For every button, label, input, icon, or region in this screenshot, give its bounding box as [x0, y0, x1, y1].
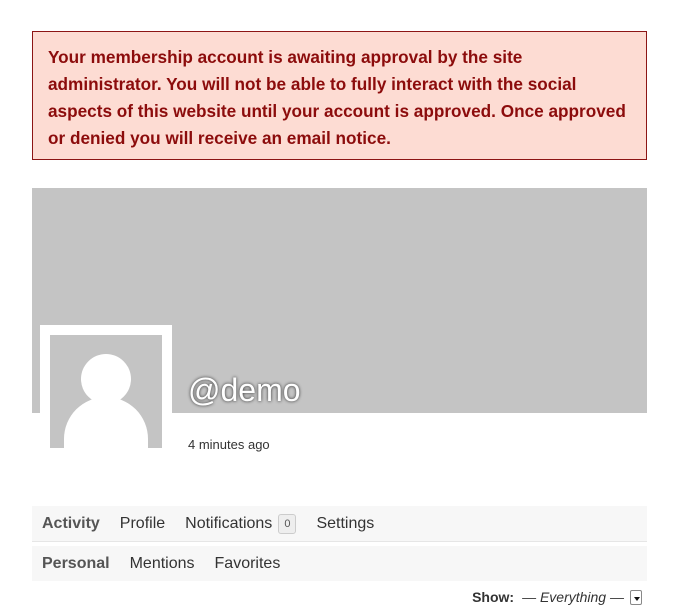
- last-active-time: 4 minutes ago: [188, 437, 270, 452]
- notice-text: Your membership account is awaiting appr…: [48, 47, 626, 148]
- avatar[interactable]: [40, 325, 172, 458]
- subtab-label: Personal: [42, 554, 110, 572]
- primary-nav: Activity Profile Notifications 0 Setting…: [32, 506, 647, 542]
- subtab-label: Favorites: [214, 554, 281, 572]
- tab-settings[interactable]: Settings: [306, 506, 384, 541]
- subtab-personal[interactable]: Personal: [32, 546, 120, 581]
- filter-selected-value: — Everything —: [522, 589, 624, 605]
- notifications-count-badge: 0: [278, 513, 297, 534]
- tab-label: Activity: [42, 514, 100, 532]
- tab-activity[interactable]: Activity: [32, 506, 110, 541]
- subtab-label: Mentions: [129, 554, 195, 572]
- tab-notifications[interactable]: Notifications 0: [175, 506, 306, 541]
- tab-label: Profile: [119, 514, 166, 532]
- profile-username: @demo: [188, 372, 301, 408]
- tab-profile[interactable]: Profile: [110, 506, 175, 541]
- subtab-mentions[interactable]: Mentions: [120, 546, 205, 581]
- filter-label: Show:: [472, 589, 515, 605]
- default-avatar-icon: [50, 335, 162, 448]
- activity-filter: Show: — Everything —: [472, 589, 642, 605]
- subtab-favorites[interactable]: Favorites: [205, 546, 291, 581]
- tab-label: Settings: [316, 514, 375, 532]
- activity-sub-nav: Personal Mentions Favorites: [32, 546, 647, 581]
- activity-filter-select[interactable]: — Everything —: [522, 589, 642, 605]
- pending-approval-notice: Your membership account is awaiting appr…: [32, 31, 647, 160]
- tab-label: Notifications: [185, 514, 273, 532]
- chevron-down-icon[interactable]: [630, 589, 642, 605]
